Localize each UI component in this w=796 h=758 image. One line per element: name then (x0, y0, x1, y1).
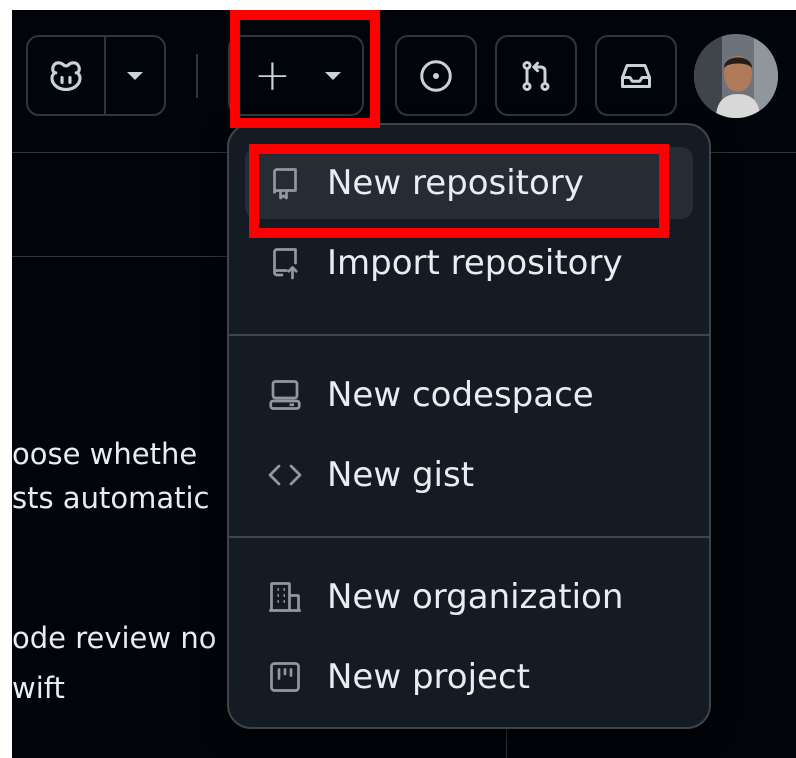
github-page: + oose whethe sts automatic ode review n… (12, 10, 796, 758)
repo-push-icon (265, 243, 305, 283)
new-project-item[interactable]: New project (245, 641, 693, 713)
pull-requests-button[interactable] (495, 35, 577, 116)
menu-item-label: New gist (327, 455, 475, 495)
create-new-button[interactable]: + (228, 35, 364, 116)
background-text-line: ode review no (12, 621, 217, 655)
background-text-line: sts automatic (12, 481, 210, 515)
inbox-icon (618, 58, 654, 94)
project-icon (265, 657, 305, 697)
menu-item-label: New codespace (327, 375, 594, 415)
menu-divider (229, 334, 709, 336)
new-codespace-item[interactable]: New codespace (245, 359, 693, 431)
inbox-button[interactable] (595, 35, 677, 116)
background-text-line: wift (12, 671, 65, 705)
copilot-button[interactable] (26, 35, 106, 116)
copilot-dropdown-button[interactable] (104, 35, 166, 116)
triangle-down-icon (125, 70, 145, 82)
triangle-down-icon (323, 70, 343, 82)
menu-divider (229, 536, 709, 538)
new-repository-item[interactable]: New repository (245, 147, 693, 219)
new-gist-item[interactable]: New gist (245, 439, 693, 511)
header-divider (196, 54, 198, 98)
issues-button[interactable] (395, 35, 477, 116)
user-avatar[interactable] (694, 34, 778, 118)
codespaces-icon (265, 375, 305, 415)
plus-icon: + (254, 49, 291, 101)
copilot-icon (47, 57, 85, 95)
git-pull-request-icon (518, 58, 554, 94)
background-text-line: oose whethe (12, 437, 198, 471)
new-organization-item[interactable]: New organization (245, 561, 693, 633)
menu-item-label: Import repository (327, 243, 623, 283)
menu-item-label: New project (327, 657, 530, 697)
create-new-menu: New repository Import repository New cod… (227, 123, 711, 729)
import-repository-item[interactable]: Import repository (245, 227, 693, 299)
menu-item-label: New repository (327, 163, 584, 203)
menu-item-label: New organization (327, 577, 624, 617)
repo-icon (265, 163, 305, 203)
organization-icon (265, 577, 305, 617)
code-icon (265, 455, 305, 495)
content-divider (12, 256, 252, 257)
issue-opened-icon (418, 58, 454, 94)
